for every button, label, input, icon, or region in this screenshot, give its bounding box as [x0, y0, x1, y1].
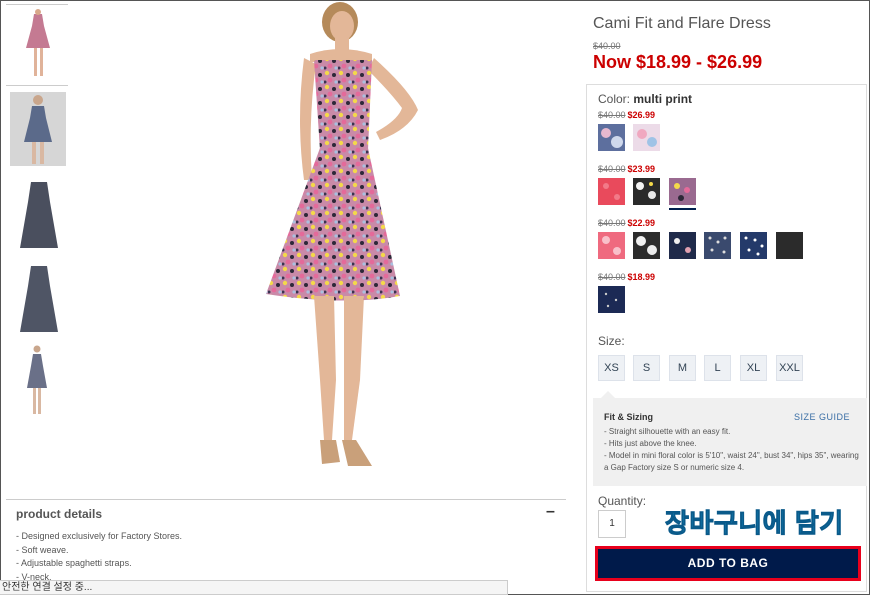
- details-bullet: - Soft weave.: [16, 544, 69, 555]
- selected-swatch-indicator: [669, 208, 696, 210]
- thumbnail-1[interactable]: [20, 8, 56, 82]
- color-swatch[interactable]: [669, 232, 696, 259]
- size-option-s[interactable]: S: [633, 355, 660, 381]
- selected-color-name: multi print: [633, 92, 693, 106]
- details-bullet: - Adjustable spaghetti straps.: [16, 558, 132, 568]
- sale-price: Now $18.99 - $26.99: [593, 52, 763, 72]
- status-bar: 안전한 연결 설정 중...: [0, 580, 508, 595]
- size-guide-link[interactable]: SIZE GUIDE: [794, 412, 850, 422]
- fit-sizing-box: Fit & Sizing SIZE GUIDE - Straight silho…: [593, 391, 867, 486]
- fit-bullet: - Straight silhouette with an easy fit.: [604, 427, 731, 436]
- color-swatch-selected[interactable]: [669, 178, 696, 205]
- collapse-toggle-icon[interactable]: –: [546, 503, 555, 521]
- color-swatch[interactable]: [598, 286, 625, 313]
- add-to-bag-label: ADD TO BAG: [687, 556, 769, 570]
- color-swatch[interactable]: [598, 232, 625, 259]
- thumb-divider: [6, 4, 68, 5]
- thumbnail-3[interactable]: [14, 178, 64, 250]
- add-to-bag-button[interactable]: ADD TO BAG: [595, 546, 861, 581]
- size-label: Size:: [598, 334, 625, 348]
- color-label: Color: multi print: [598, 92, 693, 106]
- thumbnail-4[interactable]: [14, 262, 64, 334]
- size-option-m[interactable]: M: [669, 355, 696, 381]
- color-swatch[interactable]: [598, 124, 625, 151]
- fit-sizing-title: Fit & Sizing: [604, 412, 653, 422]
- color-swatch[interactable]: [776, 232, 803, 259]
- fit-sizing-list: - Straight silhouette with an easy fit. …: [604, 426, 860, 474]
- price-group: $40.00 $23.99: [598, 164, 656, 174]
- price-group: $40.00 $22.99: [598, 218, 656, 228]
- color-swatch[interactable]: [740, 232, 767, 259]
- product-details-list: - Designed exclusively for Factory Store…: [16, 530, 182, 584]
- size-option-l[interactable]: L: [704, 355, 731, 381]
- color-swatch[interactable]: [598, 178, 625, 205]
- details-bullet: - Designed exclusively for Factory Store…: [16, 531, 183, 541]
- product-title: Cami Fit and Flare Dress: [593, 15, 771, 32]
- size-option-xxl[interactable]: XXL: [776, 355, 803, 381]
- color-swatch[interactable]: [633, 232, 660, 259]
- color-swatch[interactable]: [633, 178, 660, 205]
- thumbnail-5[interactable]: [22, 344, 52, 418]
- thumb-divider: [6, 85, 68, 86]
- annotation-text: 장바구니에 담기: [665, 508, 844, 539]
- color-swatch[interactable]: [633, 124, 660, 151]
- thumbnail-2[interactable]: [10, 92, 66, 166]
- original-price: $40.00: [593, 41, 621, 51]
- size-option-xs[interactable]: XS: [598, 355, 625, 381]
- size-option-xl[interactable]: XL: [740, 355, 767, 381]
- product-details-title[interactable]: product details: [16, 507, 102, 521]
- quantity-input[interactable]: 1: [598, 510, 626, 538]
- price-group: $40.00 $18.99: [598, 272, 656, 282]
- fit-bullet: - Model in mini floral color is 5'10", w…: [604, 451, 859, 472]
- main-product-image: [266, 2, 418, 466]
- color-swatch[interactable]: [704, 232, 731, 259]
- price-group: $40.00 $26.99: [598, 110, 656, 120]
- quantity-label: Quantity:: [598, 494, 647, 508]
- fit-bullet: - Hits just above the knee.: [604, 439, 697, 448]
